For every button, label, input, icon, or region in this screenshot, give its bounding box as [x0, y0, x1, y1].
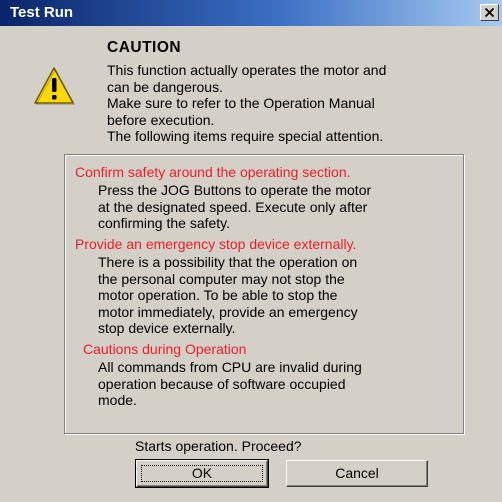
caution-line: before execution.	[107, 111, 215, 128]
focus-rectangle	[141, 465, 263, 482]
attention-item-title: Provide an emergency stop device externa…	[75, 236, 357, 252]
window-title: Test Run	[10, 4, 74, 21]
caution-heading: CAUTION	[107, 39, 182, 56]
attention-item-body: All commands from CPU are invalid during…	[98, 359, 362, 409]
attention-body-line: motor immediately, provide an emergency	[98, 303, 358, 320]
cancel-button[interactable]: Cancel	[286, 460, 428, 487]
close-icon	[485, 8, 494, 17]
attention-body-line: stop device externally.	[98, 320, 236, 336]
attention-item-body: Press the JOG Buttons to operate the mot…	[98, 182, 371, 232]
attention-item-title: Confirm safety around the operating sect…	[75, 164, 351, 180]
attention-body-line: the personal computer may not stop the	[98, 270, 345, 287]
caution-line: This function actually operates the moto…	[107, 62, 387, 78]
attention-body-line: All commands from CPU are invalid during	[98, 359, 362, 375]
attention-body-line: There is a possibility that the operatio…	[98, 254, 358, 270]
test-run-dialog: Test Run CAUTION This function actually …	[0, 0, 502, 502]
attention-body-line: mode.	[98, 392, 137, 408]
attention-body-line: motor operation. To be able to stop the	[98, 287, 338, 303]
attention-body-line: at the designated speed. Execute only af…	[98, 198, 368, 215]
close-button[interactable]	[480, 4, 499, 21]
attention-body-line: confirming the safety.	[98, 215, 231, 231]
warning-triangle-icon	[34, 67, 75, 105]
proceed-question: Starts operation. Proceed?	[135, 438, 302, 454]
title-bar: Test Run	[0, 0, 502, 26]
cancel-button-label: Cancel	[335, 465, 379, 481]
attention-body-line: operation because of software occupied	[98, 375, 346, 392]
ok-button[interactable]: OK	[135, 459, 269, 488]
caution-line: can be dangerous.	[107, 78, 223, 95]
caution-line: The following items require special atte…	[107, 128, 384, 144]
attention-body-line: Press the JOG Buttons to operate the mot…	[98, 182, 372, 198]
attention-item-body: There is a possibility that the operatio…	[98, 254, 358, 337]
caution-message: This function actually operates the moto…	[107, 62, 477, 145]
caution-line: Make sure to refer to the Operation Manu…	[107, 95, 375, 111]
attention-item-title: Cautions during Operation	[83, 341, 247, 357]
